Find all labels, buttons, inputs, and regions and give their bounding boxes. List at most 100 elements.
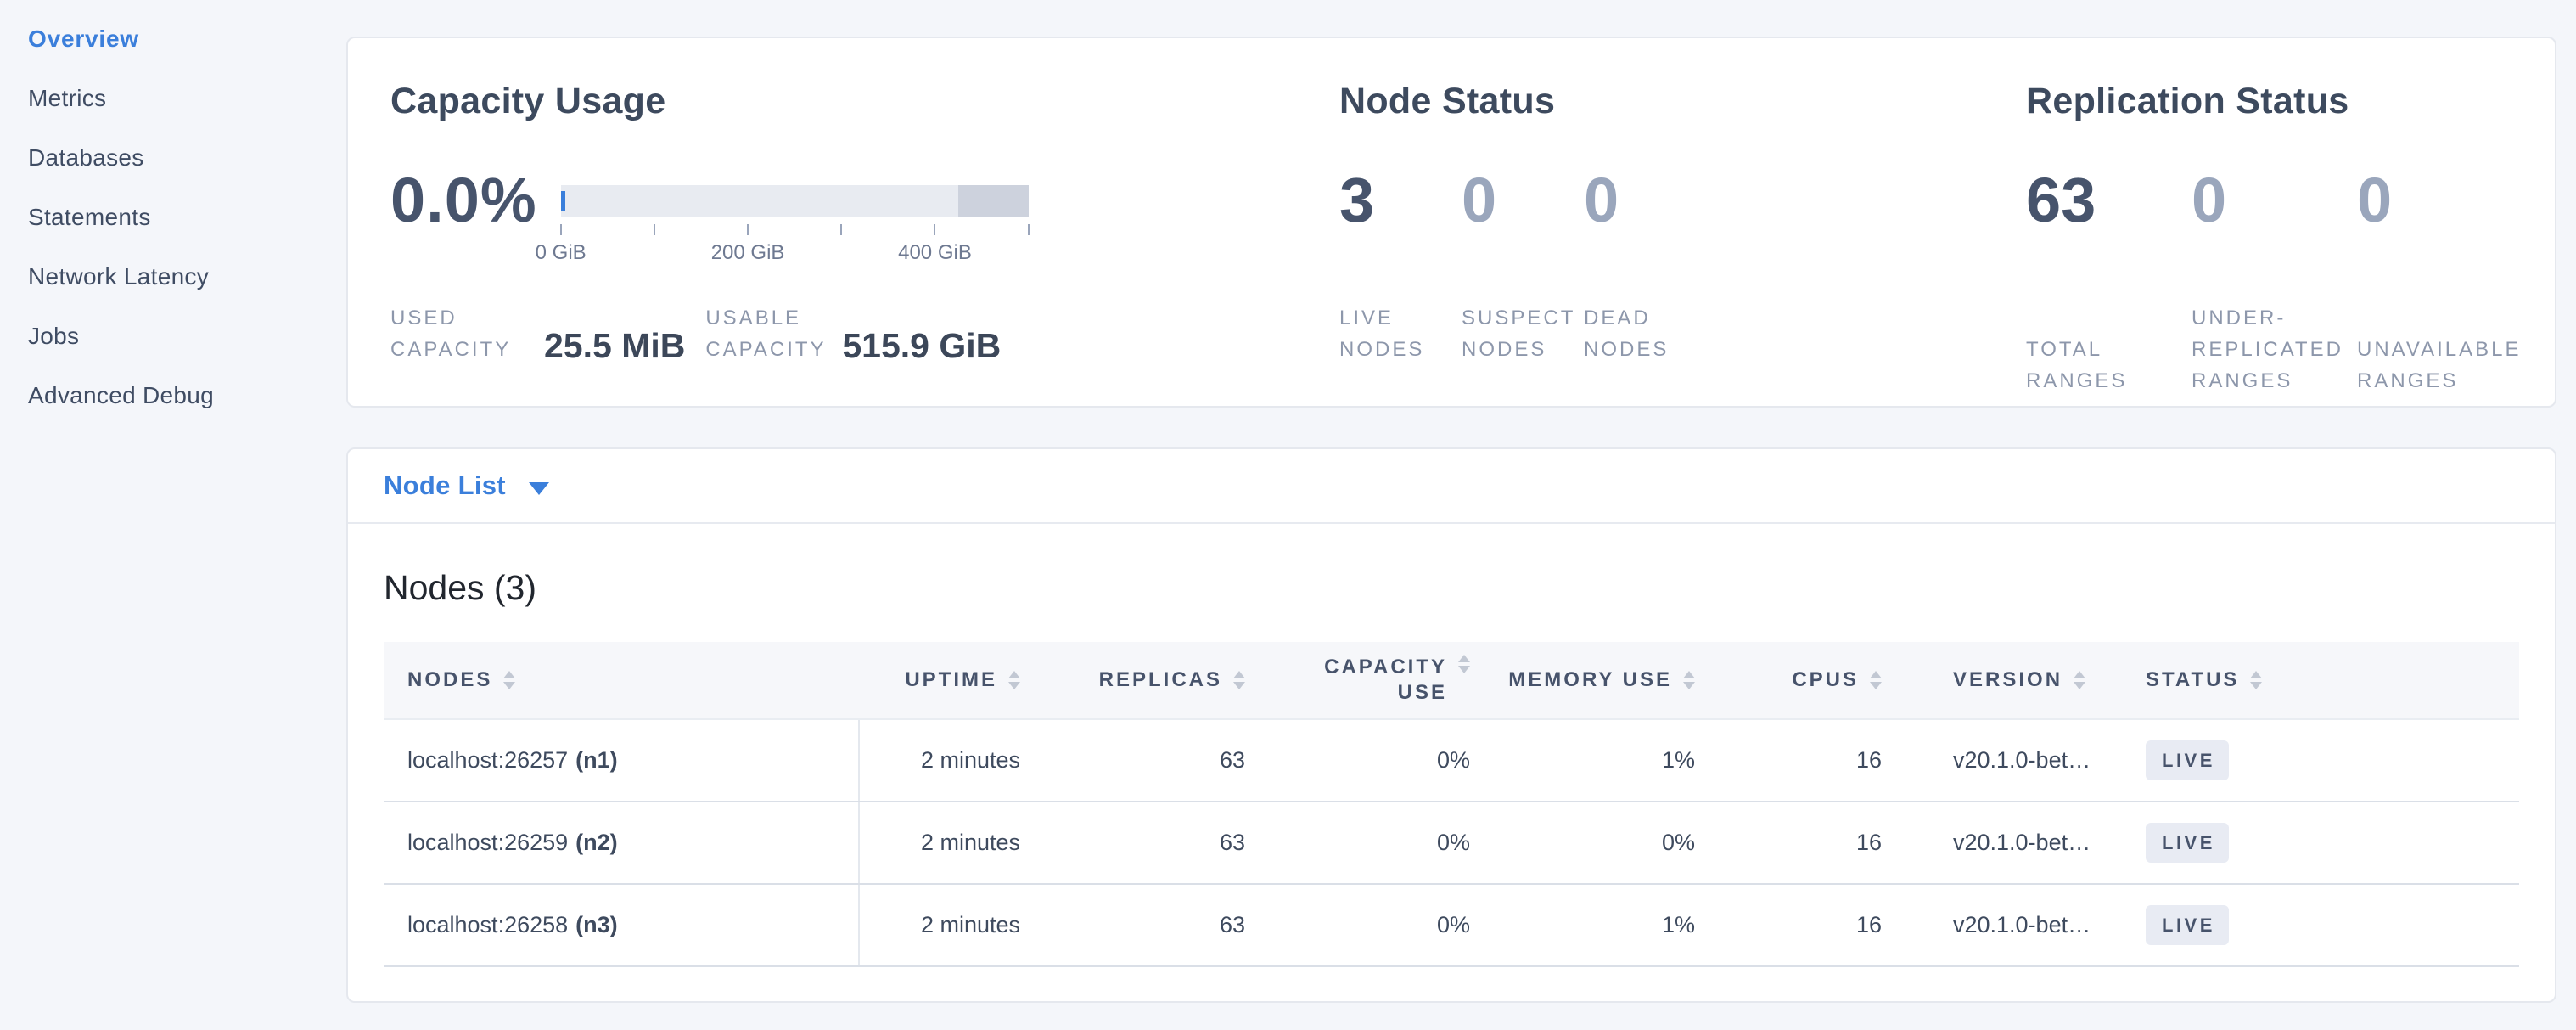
sort-icon [503,671,515,689]
total-ranges-label: TOTAL RANGES [2026,334,2194,397]
sidebar-item-advanced-debug[interactable]: Advanced Debug [28,377,346,414]
column-header-uptime[interactable]: UPTIME [859,642,1041,719]
sidebar-item-overview[interactable]: Overview [28,20,346,58]
replication-status-title: Replication Status [2026,81,2349,122]
uptime-cell: 2 minutes [859,719,1041,802]
used-capacity-label: USED CAPACITY [390,302,514,365]
suspect-nodes-label: SUSPECT NODES [1462,302,1582,365]
axis-tick [840,224,842,235]
nodes-table-title: Nodes (3) [384,568,2555,608]
capacity-use-cell: 0% [1266,802,1491,884]
uptime-cell: 2 minutes [859,802,1041,884]
column-header-status[interactable]: STATUS [2098,642,2519,719]
sort-icon [2074,671,2085,689]
nodes-table: NODES UPTIME REPLICAS CAPACITY USE [384,642,2519,967]
total-ranges-count: 63 [2026,161,2192,239]
node-id: (n2) [575,830,618,855]
live-nodes-count: 3 [1339,161,1462,239]
node-list-selector-label: Node List [384,470,506,501]
uptime-cell: 2 minutes [859,884,1041,966]
axis-label-400: 400 GiB [898,241,972,265]
column-header-cpus[interactable]: CPUS [1716,642,1903,719]
capacity-bar-used-indicator [561,191,565,211]
capacity-used-percent: 0.0% [390,161,537,295]
column-label: STATUS [2146,668,2239,692]
suspect-nodes-count: 0 [1462,161,1584,239]
capacity-use-cell: 0% [1266,719,1491,802]
chevron-down-icon [529,482,549,495]
usable-capacity-label: USABLE CAPACITY [705,302,828,365]
column-label: CPUS [1792,668,1859,692]
node-address-cell: localhost:26259(n2) [384,802,859,884]
sidebar-item-metrics[interactable]: Metrics [28,80,346,117]
replicas-cell: 63 [1041,719,1266,802]
memory-use-cell: 1% [1491,884,1716,966]
cpus-cell: 16 [1716,802,1903,884]
usable-capacity-stat: USABLE CAPACITY 515.9 GiB [705,302,1001,365]
table-row-node-2[interactable]: localhost:26259(n2) 2 minutes 63 0% 0% 1… [384,802,2519,884]
column-header-memory-use[interactable]: MEMORY USE [1491,642,1716,719]
capacity-usage-title: Capacity Usage [390,81,665,122]
node-address-cell: localhost:26258 (n3) [384,884,859,966]
node-address: localhost:26258 [407,912,568,937]
replicas-cell: 63 [1041,884,1266,966]
axis-label-0: 0 GiB [536,241,586,265]
capacity-use-cell: 0% [1266,884,1491,966]
node-address: localhost:26257 [407,747,568,773]
sidebar-item-jobs[interactable]: Jobs [28,318,346,355]
under-replicated-ranges-label: UNDER-REPLICATED RANGES [2192,302,2360,397]
replication-status-section: Replication Status 63 0 0 TOTAL RANGES U… [2026,38,2552,406]
sort-icon [1008,671,1020,689]
status-badge: LIVE [2146,905,2229,945]
memory-use-cell: 1% [1491,719,1716,802]
sort-icon [1458,655,1470,673]
axis-tick [1028,224,1030,235]
node-id: (n1) [575,747,618,773]
column-label: MEMORY USE [1508,668,1672,692]
sidebar-item-network-latency[interactable]: Network Latency [28,258,346,295]
dead-nodes-label: DEAD NODES [1584,302,1704,365]
axis-label-200: 200 GiB [711,241,785,265]
sort-icon [1233,671,1245,689]
dead-nodes-count: 0 [1584,161,1706,239]
status-badge: LIVE [2146,823,2229,863]
sidebar-item-statements[interactable]: Statements [28,199,346,236]
unavailable-ranges-label: UNAVAILABLE RANGES [2357,334,2525,397]
column-header-version[interactable]: VERSION [1903,642,2098,719]
node-status-section: Node Status 3 0 0 LIVE NODES SUSPECT NOD… [1339,38,1984,406]
node-address-cell: localhost:26257 (n1) [384,719,859,802]
capacity-bar-track [561,185,1029,217]
column-header-capacity-use[interactable]: CAPACITY USE [1266,642,1491,719]
capacity-bar-chart: 0 GiB 200 GiB 400 GiB [561,185,1029,295]
axis-tick [934,224,935,235]
sidebar: Overview Metrics Databases Statements Ne… [0,0,346,436]
column-header-nodes[interactable]: NODES [384,642,859,719]
column-label: REPLICAS [1099,668,1222,692]
unavailable-ranges-count: 0 [2357,161,2523,239]
column-label: UPTIME [905,668,997,692]
sort-icon [1683,671,1695,689]
table-row-node-3[interactable]: localhost:26258 (n3) 2 minutes 63 0% 1% 1… [384,884,2519,966]
node-id: (n3) [575,912,618,937]
cpus-cell: 16 [1716,884,1903,966]
column-label: VERSION [1953,668,2062,692]
capacity-usage-section: Capacity Usage 0.0% 0 GiB 200 GiB 400 Gi… [390,38,1350,406]
sidebar-item-databases[interactable]: Databases [28,139,346,177]
live-nodes-label: LIVE NODES [1339,302,1460,365]
version-cell: v20.1.0-bet… [1903,802,2098,884]
node-list-view-selector[interactable]: Node List [348,449,2555,524]
sort-icon [2250,671,2262,689]
nodes-table-header-row: NODES UPTIME REPLICAS CAPACITY USE [384,642,2519,719]
cluster-summary-card: Capacity Usage 0.0% 0 GiB 200 GiB 400 Gi… [346,37,2556,408]
sort-icon [1870,671,1882,689]
used-capacity-stat: USED CAPACITY 25.5 MiB [390,302,705,365]
table-row-node-1[interactable]: localhost:26257(n1) 2 minutes 63 0% 1% 1… [384,719,2519,802]
column-header-replicas[interactable]: REPLICAS [1041,642,1266,719]
axis-tick [560,224,562,235]
column-label: CAPACITY USE [1311,655,1447,706]
capacity-bar-reserved-segment [958,185,1029,217]
replicas-cell: 63 [1041,802,1266,884]
status-cell: LIVE [2098,884,2519,966]
usable-capacity-value: 515.9 GiB [842,326,1001,365]
status-cell: LIVE [2098,719,2519,802]
